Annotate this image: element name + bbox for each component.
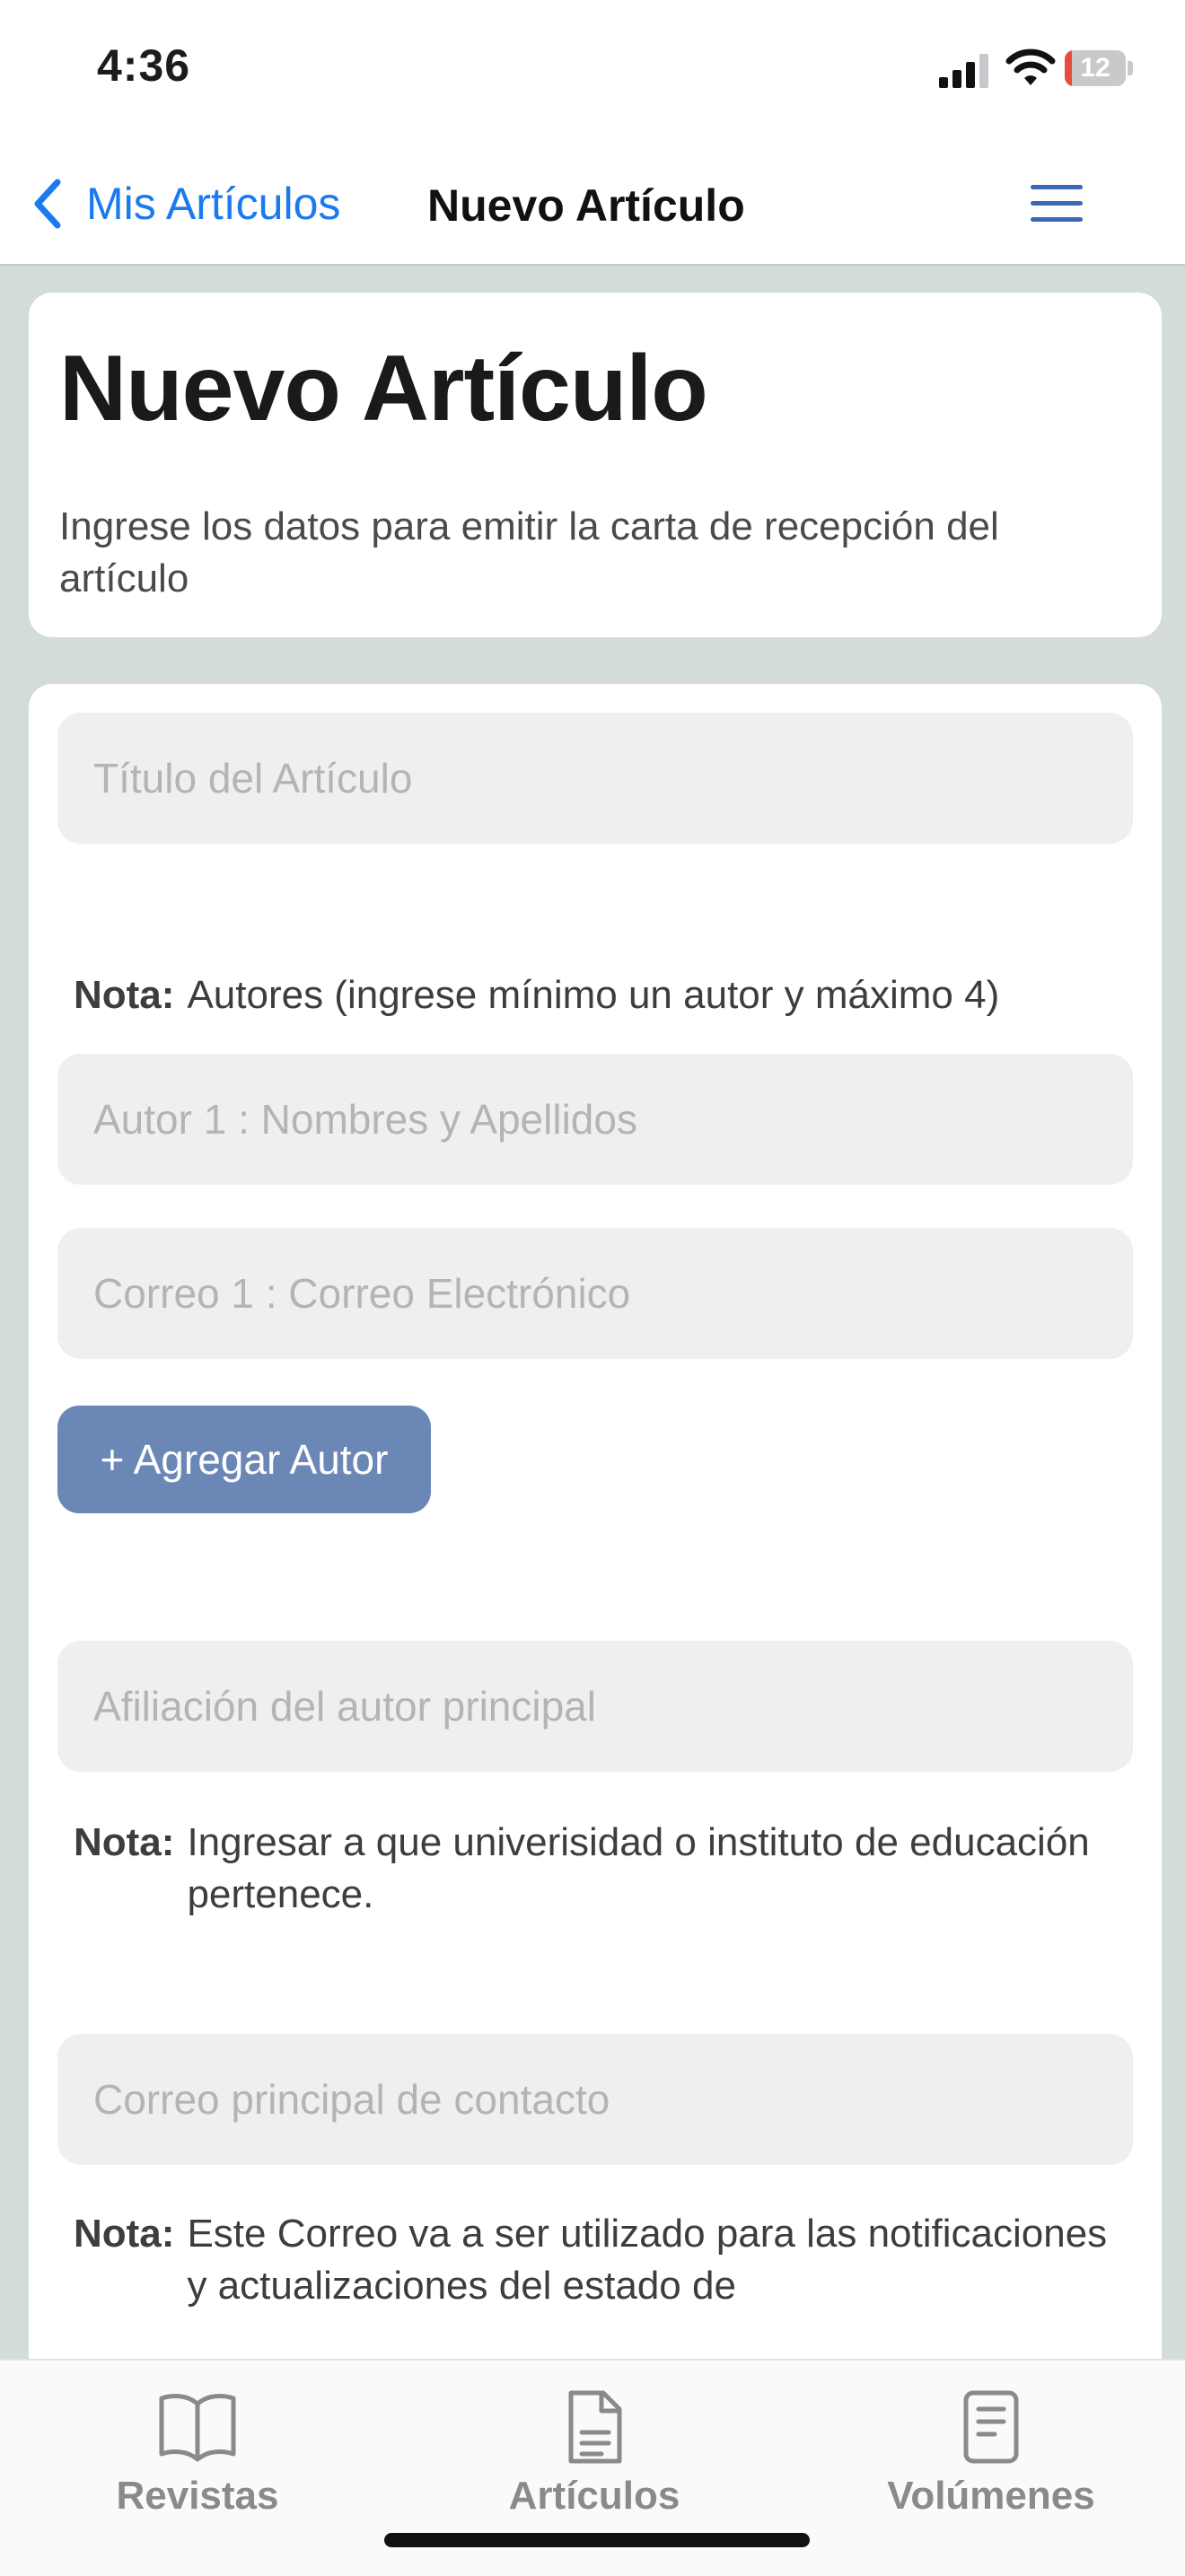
note-text: Este Correo va a ser utilizado para las …: [187, 2212, 1108, 2308]
chevron-left-icon: [34, 179, 61, 229]
back-button[interactable]: Mis Artículos: [31, 172, 340, 235]
battery-icon: 12: [1065, 50, 1133, 88]
back-button-label: Mis Artículos: [86, 179, 341, 229]
tab-volumenes[interactable]: Volúmenes: [856, 2377, 1126, 2529]
contact-email-input[interactable]: Correo principal de contacto: [57, 2034, 1133, 2165]
form-card: Título del Artículo Nota: Autores (ingre…: [29, 684, 1162, 2359]
menu-button[interactable]: [1031, 180, 1088, 228]
note-label: Nota:: [74, 973, 175, 1017]
note-text: Autores (ingrese mínimo un autor y máxim…: [187, 973, 1000, 1017]
content-area[interactable]: Nuevo Artículo Ingrese los datos para em…: [0, 266, 1185, 2359]
book-icon: [159, 2394, 236, 2462]
note-text: Ingresar a que univerisidad o instituto …: [187, 1820, 1090, 1916]
signal-icon: [939, 54, 988, 88]
authors-note: Nota: Autores (ingrese mínimo un autor y…: [74, 969, 1133, 1021]
page-subtitle: Ingrese los datos para emitir la carta d…: [59, 504, 999, 600]
page-title: Nuevo Artículo: [59, 337, 708, 441]
wifi-icon: [1005, 48, 1056, 85]
navigation-bar: Mis Artículos Nuevo Artículo: [0, 144, 1185, 266]
header-card: Nuevo Artículo Ingrese los datos para em…: [29, 293, 1162, 637]
author-1-email-input[interactable]: Correo 1 : Correo Electrónico: [57, 1228, 1133, 1359]
tab-label: Revistas: [116, 2474, 279, 2518]
contact-email-note: Nota: Este Correo va a ser utilizado par…: [74, 2208, 1133, 2312]
document-icon: [568, 2390, 622, 2464]
tab-articulos[interactable]: Artículos: [460, 2377, 729, 2529]
status-time: 4:36: [97, 40, 191, 91]
nav-title: Nuevo Artículo: [427, 180, 745, 231]
battery-level: 12: [1080, 53, 1110, 83]
tab-revistas[interactable]: Revistas: [63, 2377, 332, 2529]
home-indicator: [384, 2533, 810, 2547]
list-document-icon: [963, 2390, 1019, 2464]
affiliation-note: Nota: Ingresar a que univerisidad o inst…: [74, 1817, 1133, 1921]
status-bar: 4:36 12: [0, 0, 1185, 144]
note-label: Nota:: [74, 1820, 175, 1864]
article-title-input[interactable]: Título del Artículo: [57, 713, 1133, 844]
tab-label: Artículos: [508, 2474, 680, 2518]
note-label: Nota:: [74, 2212, 175, 2256]
add-author-button[interactable]: + Agregar Autor: [57, 1406, 431, 1513]
affiliation-input[interactable]: Afiliación del autor principal: [57, 1641, 1133, 1772]
author-1-name-input[interactable]: Autor 1 : Nombres y Apellidos: [57, 1054, 1133, 1185]
tab-label: Volúmenes: [887, 2474, 1095, 2518]
